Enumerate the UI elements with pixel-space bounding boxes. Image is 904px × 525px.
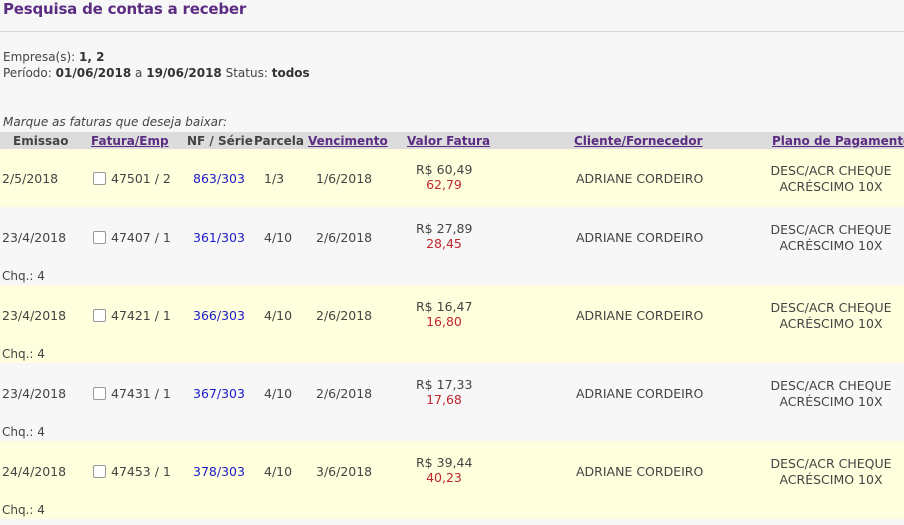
emissao-cell: 23/4/2018	[2, 386, 67, 401]
periodo-info: Período: 01/06/2018 a 19/06/2018 Status:…	[3, 66, 310, 80]
fatura-cell: 47407 / 1	[111, 230, 171, 245]
valor-atualizado: 40,23	[426, 470, 462, 485]
plano-line1: DESC/ACR CHEQUE	[770, 378, 892, 393]
nf-link[interactable]: 367/303	[193, 386, 245, 401]
header-fatura[interactable]: Fatura/Emp	[91, 134, 169, 148]
emissao-cell: 23/4/2018	[2, 308, 67, 323]
page-title: Pesquisa de contas a receber	[3, 0, 247, 18]
periodo-start: 01/06/2018	[55, 66, 132, 80]
plano-line2: ACRÉSCIMO 10X	[779, 394, 883, 409]
periodo-label: Período:	[3, 66, 52, 80]
status-value: todos	[271, 66, 310, 80]
empresas-label: Empresa(s):	[3, 50, 76, 64]
chq-count: Chq.: 4	[2, 269, 45, 283]
periodo-end: 19/06/2018	[146, 66, 222, 80]
nf-link[interactable]: 863/303	[193, 171, 245, 186]
plano-cell: DESC/ACR CHEQUE ACRÉSCIMO 10X	[770, 378, 892, 410]
cliente-cell: ADRIANE CORDEIRO	[576, 230, 704, 245]
vencimento-cell: 2/6/2018	[316, 230, 373, 245]
table-row: 23/4/2018 47407 / 1 361/303 4/10 2/6/201…	[0, 207, 904, 285]
fatura-cell: 47421 / 1	[111, 308, 171, 323]
table-row: 2/5/2018 47501 / 2 863/303 1/3 1/6/2018 …	[0, 149, 904, 207]
plano-cell: DESC/ACR CHEQUE ACRÉSCIMO 10X	[770, 222, 892, 254]
emissao-cell: 24/4/2018	[2, 464, 67, 479]
plano-line2: ACRÉSCIMO 10X	[779, 179, 883, 194]
valor-atualizado: 16,80	[426, 314, 462, 329]
emissao-cell: 2/5/2018	[2, 171, 59, 186]
fatura-cell: 47431 / 1	[111, 386, 171, 401]
cliente-cell: ADRIANE CORDEIRO	[576, 171, 704, 186]
select-checkbox[interactable]	[93, 465, 106, 478]
plano-line2: ACRÉSCIMO 10X	[779, 316, 883, 331]
valor-cell: R$ 27,89 28,45	[416, 221, 472, 251]
parcela-cell: 4/10	[264, 386, 293, 401]
valor-cell: R$ 16,47 16,80	[416, 299, 472, 329]
header-plano[interactable]: Plano de Pagamento	[772, 134, 904, 148]
plano-line1: DESC/ACR CHEQUE	[770, 163, 892, 178]
valor-cell: R$ 17,33 17,68	[416, 377, 472, 407]
plano-line2: ACRÉSCIMO 10X	[779, 472, 883, 487]
plano-line1: DESC/ACR CHEQUE	[770, 300, 892, 315]
select-checkbox[interactable]	[93, 231, 106, 244]
periodo-sep: a	[135, 66, 143, 80]
valor-fatura: R$ 16,47	[416, 299, 473, 314]
plano-cell: DESC/ACR CHEQUE ACRÉSCIMO 10X	[770, 456, 892, 488]
header-cliente[interactable]: Cliente/Fornecedor	[574, 134, 703, 148]
plano-cell: DESC/ACR CHEQUE ACRÉSCIMO 10X	[770, 163, 892, 195]
plano-line2: ACRÉSCIMO 10X	[779, 238, 883, 253]
plano-line1: DESC/ACR CHEQUE	[770, 456, 892, 471]
valor-cell: R$ 60,49 62,79	[416, 162, 472, 192]
header-parcela: Parcela	[254, 134, 304, 148]
chq-count: Chq.: 4	[2, 347, 45, 361]
table-row: 24/4/2018 47453 / 1 378/303 4/10 3/6/201…	[0, 441, 904, 519]
status-label: Status:	[225, 66, 268, 80]
valor-atualizado: 62,79	[426, 177, 462, 192]
parcela-cell: 4/10	[264, 308, 293, 323]
fatura-cell: 47453 / 1	[111, 464, 171, 479]
nf-link[interactable]: 378/303	[193, 464, 245, 479]
plano-cell: DESC/ACR CHEQUE ACRÉSCIMO 10X	[770, 300, 892, 332]
nf-link[interactable]: 366/303	[193, 308, 245, 323]
nf-link[interactable]: 361/303	[193, 230, 245, 245]
instruction-text: Marque as faturas que deseja baixar:	[3, 115, 228, 129]
invoices-table: Emissao Fatura/Emp NF / Série Parcela Ve…	[0, 132, 904, 519]
chq-count: Chq.: 4	[2, 503, 45, 517]
valor-cell: R$ 39,44 40,23	[416, 455, 472, 485]
valor-fatura: R$ 60,49	[416, 162, 473, 177]
vencimento-cell: 2/6/2018	[316, 308, 373, 323]
header-emissao: Emissao	[13, 134, 69, 148]
select-checkbox[interactable]	[93, 387, 106, 400]
cliente-cell: ADRIANE CORDEIRO	[576, 308, 704, 323]
parcela-cell: 4/10	[264, 464, 293, 479]
vencimento-cell: 1/6/2018	[316, 171, 373, 186]
valor-atualizado: 17,68	[426, 392, 462, 407]
valor-fatura: R$ 27,89	[416, 221, 473, 236]
valor-fatura: R$ 17,33	[416, 377, 473, 392]
parcela-cell: 1/3	[264, 171, 285, 186]
select-checkbox[interactable]	[93, 172, 106, 185]
header-vencimento[interactable]: Vencimento	[308, 134, 388, 148]
vencimento-cell: 3/6/2018	[316, 464, 373, 479]
chq-count: Chq.: 4	[2, 425, 45, 439]
emissao-cell: 23/4/2018	[2, 230, 67, 245]
table-row: 23/4/2018 47431 / 1 367/303 4/10 2/6/201…	[0, 363, 904, 441]
header-nf: NF / Série	[187, 134, 253, 148]
empresas-info: Empresa(s): 1, 2	[3, 50, 104, 64]
vencimento-cell: 2/6/2018	[316, 386, 373, 401]
cliente-cell: ADRIANE CORDEIRO	[576, 464, 704, 479]
empresas-value: 1, 2	[79, 50, 105, 64]
fatura-cell: 47501 / 2	[111, 171, 171, 186]
table-row: 23/4/2018 47421 / 1 366/303 4/10 2/6/201…	[0, 285, 904, 363]
plano-line1: DESC/ACR CHEQUE	[770, 222, 892, 237]
valor-fatura: R$ 39,44	[416, 455, 473, 470]
table-header: Emissao Fatura/Emp NF / Série Parcela Ve…	[0, 132, 904, 149]
cliente-cell: ADRIANE CORDEIRO	[576, 386, 704, 401]
select-checkbox[interactable]	[93, 309, 106, 322]
parcela-cell: 4/10	[264, 230, 293, 245]
header-valor[interactable]: Valor Fatura	[407, 134, 490, 148]
valor-atualizado: 28,45	[426, 236, 462, 251]
